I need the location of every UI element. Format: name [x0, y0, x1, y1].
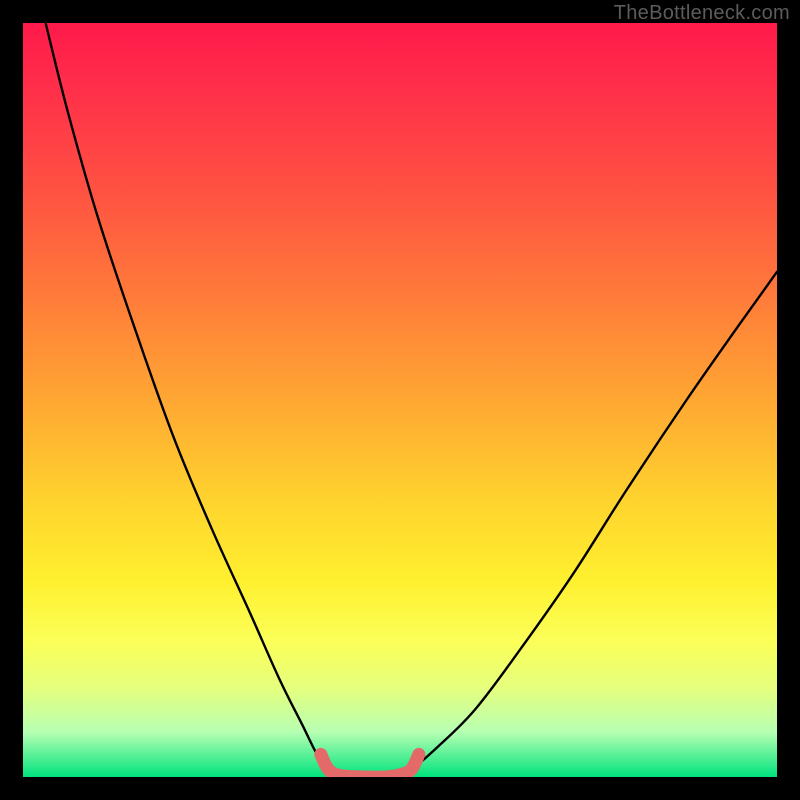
watermark-text: TheBottleneck.com — [614, 2, 790, 25]
bottleneck-curve — [23, 23, 777, 777]
curve-valley-highlight — [321, 754, 419, 777]
curve-main — [46, 23, 777, 777]
plot-area — [23, 23, 777, 777]
chart-frame: TheBottleneck.com — [0, 0, 800, 800]
